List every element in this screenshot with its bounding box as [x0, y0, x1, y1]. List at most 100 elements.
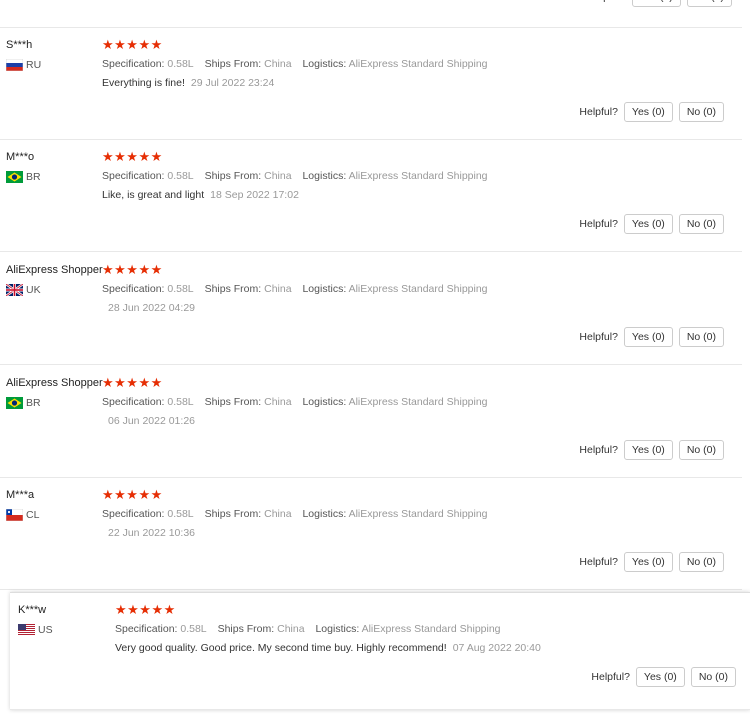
- review-meta: Specification: 0.58L Ships From: China L…: [102, 170, 488, 182]
- helpful-row: Helpful? Yes (0) No (0): [579, 440, 724, 460]
- flag-cl-icon: [6, 509, 23, 521]
- flag-br-icon: [6, 171, 23, 183]
- review-item: M***a CL ★★★★★ Specification: 0.58L Ship…: [0, 478, 742, 590]
- review-body: Everything is fine! 29 Jul 2022 23:24: [102, 77, 274, 89]
- helpful-label: Helpful?: [591, 671, 630, 683]
- reviewer-name: AliExpress Shopper: [6, 377, 103, 389]
- spec-value: 0.58L: [167, 508, 194, 520]
- reviewer-country: CL: [6, 509, 39, 521]
- helpful-row: Helpful? Yes (0) No (0): [579, 327, 724, 347]
- spec-value: 0.58L: [180, 623, 207, 635]
- spec-label: Specification:: [102, 396, 165, 408]
- helpful-label: Helpful?: [579, 556, 618, 568]
- reviewer-country: UK: [6, 284, 41, 296]
- rating-stars: ★★★★★: [102, 375, 163, 390]
- review-body: 22 Jun 2022 10:36: [102, 527, 195, 539]
- review-date: 06 Jun 2022 01:26: [108, 415, 195, 427]
- review-date: 29 Jul 2022 23:24: [190, 77, 275, 89]
- logistics-label: Logistics:: [302, 508, 347, 520]
- helpful-yes-button[interactable]: Yes (0): [623, 440, 673, 460]
- helpful-no-button[interactable]: No (0): [678, 552, 724, 572]
- review-text: Very good quality. Good price. My second…: [115, 642, 447, 654]
- helpful-no-button[interactable]: No (0): [690, 667, 736, 687]
- helpful-yes-button[interactable]: Yes (0): [623, 327, 673, 347]
- logistics-value: AliExpress Standard Shipping: [348, 58, 488, 70]
- review-meta: Specification: 0.58L Ships From: China L…: [102, 58, 488, 70]
- ships-value: China: [264, 283, 292, 295]
- rating-stars: ★★★★★: [115, 602, 176, 617]
- rating-stars: ★★★★★: [102, 149, 163, 164]
- reviewer-name: M***a: [6, 489, 35, 501]
- helpful-no-button[interactable]: No (0): [678, 327, 724, 347]
- country-code: BR: [26, 171, 41, 183]
- helpful-yes-button[interactable]: Yes (0): [623, 102, 673, 122]
- helpful-yes-button[interactable]: Yes (0): [635, 667, 685, 687]
- ships-label: Ships From:: [204, 170, 262, 182]
- reviewer-country: US: [18, 624, 53, 636]
- ships-label: Ships From:: [204, 396, 262, 408]
- ships-label: Ships From:: [204, 508, 262, 520]
- logistics-label: Logistics:: [315, 623, 360, 635]
- rating-stars: ★★★★★: [102, 262, 163, 277]
- ships-label: Ships From:: [217, 623, 275, 635]
- rating-stars: ★★★★★: [102, 487, 163, 502]
- review-item: AliExpress Shopper UK ★★★★★ Specificatio…: [0, 253, 742, 365]
- logistics-value: AliExpress Standard Shipping: [361, 623, 501, 635]
- ships-label: Ships From:: [204, 283, 262, 295]
- spec-label: Specification:: [102, 283, 165, 295]
- helpful-row: Helpful? Yes (0) No (0): [579, 214, 724, 234]
- logistics-label: Logistics:: [302, 58, 347, 70]
- review-item: S***h RU ★★★★★ Specification: 0.58L Ship…: [0, 28, 742, 140]
- review-text: Everything is fine!: [102, 77, 185, 89]
- logistics-value: AliExpress Standard Shipping: [348, 283, 488, 295]
- helpful-row: Helpful? Yes (0) No (0): [579, 102, 724, 122]
- country-code: US: [38, 624, 53, 636]
- helpful-no-button[interactable]: No (0): [678, 102, 724, 122]
- review-date: 22 Jun 2022 10:36: [108, 527, 195, 539]
- reviewer-name: AliExpress Shopper: [6, 264, 103, 276]
- reviewer-name: S***h: [6, 39, 33, 51]
- flag-br-icon: [6, 397, 23, 409]
- spec-label: Specification:: [102, 508, 165, 520]
- country-code: BR: [26, 397, 41, 409]
- logistics-label: Logistics:: [302, 283, 347, 295]
- reviewer-country: BR: [6, 397, 41, 409]
- country-code: UK: [26, 284, 41, 296]
- review-meta: Specification: 0.58L Ships From: China L…: [102, 283, 488, 295]
- spec-value: 0.58L: [167, 170, 194, 182]
- country-code: CL: [26, 509, 40, 521]
- review-feed: S***h RU ★★★★★ Specification: 0.58L Ship…: [0, 0, 750, 590]
- spec-label: Specification:: [102, 58, 165, 70]
- helpful-label: Helpful?: [579, 218, 618, 230]
- helpful-yes-button[interactable]: Yes (0): [623, 552, 673, 572]
- country-code: RU: [26, 59, 42, 71]
- helpful-no-button[interactable]: No (0): [678, 440, 724, 460]
- helpful-yes-button[interactable]: Yes (0): [623, 214, 673, 234]
- review-item: M***o BR ★★★★★ Specification: 0.58L Ship…: [0, 140, 742, 252]
- ships-value: China: [264, 508, 292, 520]
- helpful-no-button[interactable]: No (0): [678, 214, 724, 234]
- reviewer-name: K***w: [18, 604, 47, 616]
- flag-us-icon: [18, 624, 35, 636]
- ships-value: China: [277, 623, 305, 635]
- logistics-value: AliExpress Standard Shipping: [348, 396, 488, 408]
- reviewer-country: BR: [6, 171, 41, 183]
- review-meta: Specification: 0.58L Ships From: China L…: [102, 396, 488, 408]
- spec-label: Specification:: [102, 170, 165, 182]
- spec-label: Specification:: [115, 623, 178, 635]
- review-date: 07 Aug 2022 20:40: [452, 642, 541, 654]
- review-item-highlighted: K***w US ★★★★★ Specification: 0.58L Ship…: [10, 592, 750, 710]
- ships-value: China: [264, 170, 292, 182]
- rating-stars: ★★★★★: [102, 37, 163, 52]
- review-date: 28 Jun 2022 04:29: [108, 302, 195, 314]
- logistics-value: AliExpress Standard Shipping: [348, 170, 488, 182]
- reviewer-name: M***o: [6, 151, 35, 163]
- ships-value: China: [264, 58, 292, 70]
- flag-uk-icon: [6, 284, 23, 296]
- logistics-value: AliExpress Standard Shipping: [348, 508, 488, 520]
- review-meta: Specification: 0.58L Ships From: China L…: [102, 508, 488, 520]
- spec-value: 0.58L: [167, 58, 194, 70]
- helpful-row: Helpful? Yes (0) No (0): [579, 552, 724, 572]
- flag-ru-icon: [6, 59, 23, 71]
- review-body: 28 Jun 2022 04:29: [102, 302, 195, 314]
